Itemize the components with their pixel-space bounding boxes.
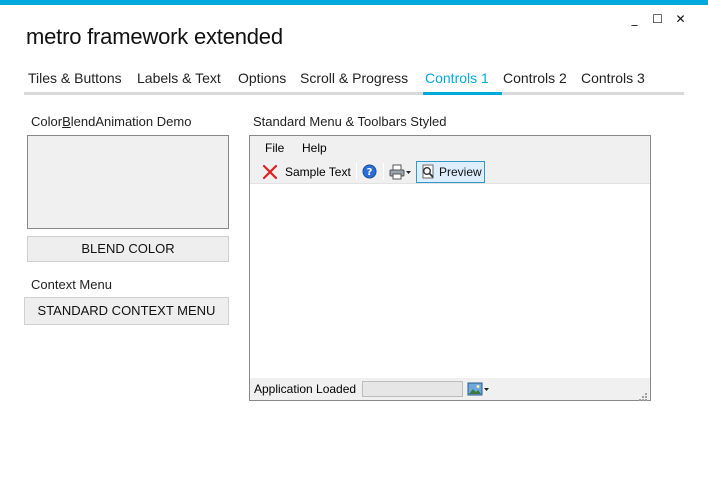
status-text: Application Loaded (254, 382, 357, 396)
close-button[interactable]: ✕ (669, 12, 692, 26)
sample-text-button[interactable]: Sample Text (262, 159, 351, 184)
print-preview-icon (420, 164, 436, 180)
tab-controls-2[interactable]: Controls 2 (503, 70, 567, 92)
tab-labels-text[interactable]: Labels & Text (137, 70, 221, 92)
menu-help[interactable]: Help (302, 141, 327, 155)
context-menu-title: Context Menu (31, 277, 112, 292)
preview-button[interactable]: Preview (416, 161, 485, 183)
sample-text-label: Sample Text (285, 164, 351, 179)
print-split-button[interactable] (389, 159, 412, 184)
toolbar-separator (383, 163, 384, 180)
blend-color-label: BLEND COLOR (81, 241, 175, 256)
svg-text:?: ? (367, 167, 373, 178)
status-bar: Application Loaded (250, 378, 650, 401)
toolbar-separator (356, 163, 357, 180)
menu-bar: File Help (250, 136, 650, 159)
tab-strip: Tiles & Buttons Labels & Text Options Sc… (24, 70, 684, 95)
blend-title-mnemonic: B (62, 114, 71, 129)
blend-title-part: Color (31, 114, 63, 129)
status-progress-bar (362, 381, 463, 397)
image-icon (467, 381, 483, 397)
blend-color-button[interactable]: BLEND COLOR (27, 236, 229, 262)
standard-context-menu-button[interactable]: STANDARD CONTEXT MENU (24, 297, 229, 325)
status-split-button[interactable] (467, 381, 491, 397)
print-icon (389, 164, 405, 180)
blend-title-part: lendAnimation Demo (70, 114, 192, 129)
blend-demo-title: ColorBlendAnimation Demo (31, 114, 191, 129)
window-controls: _ ☐ ✕ (623, 12, 692, 26)
maximize-button[interactable]: ☐ (646, 12, 669, 26)
tab-tiles-buttons[interactable]: Tiles & Buttons (28, 70, 122, 92)
chevron-down-icon (483, 381, 490, 397)
tab-options[interactable]: Options (238, 70, 286, 92)
help-icon: ? (362, 164, 377, 179)
close-x-icon (262, 164, 278, 180)
standard-menu-frame: File Help Sample Text ? Preview Applicat… (249, 135, 651, 401)
context-menu-button-label: STANDARD CONTEXT MENU (37, 303, 216, 318)
color-blend-panel (27, 135, 229, 229)
tab-scroll-progress[interactable]: Scroll & Progress (300, 70, 408, 92)
menu-file[interactable]: File (265, 141, 284, 155)
tab-controls-3[interactable]: Controls 3 (581, 70, 645, 92)
standard-menu-title: Standard Menu & Toolbars Styled (253, 114, 447, 129)
help-button[interactable]: ? (362, 159, 377, 184)
preview-label: Preview (439, 165, 482, 179)
app-title: metro framework extended (26, 24, 283, 49)
toolbar: Sample Text ? Preview (250, 159, 650, 184)
resize-grip-icon[interactable] (637, 387, 648, 401)
minimize-button[interactable]: _ (623, 12, 646, 26)
chevron-down-icon (405, 164, 412, 180)
accent-top-bar (0, 0, 708, 5)
tab-controls-1[interactable]: Controls 1 (423, 70, 502, 95)
